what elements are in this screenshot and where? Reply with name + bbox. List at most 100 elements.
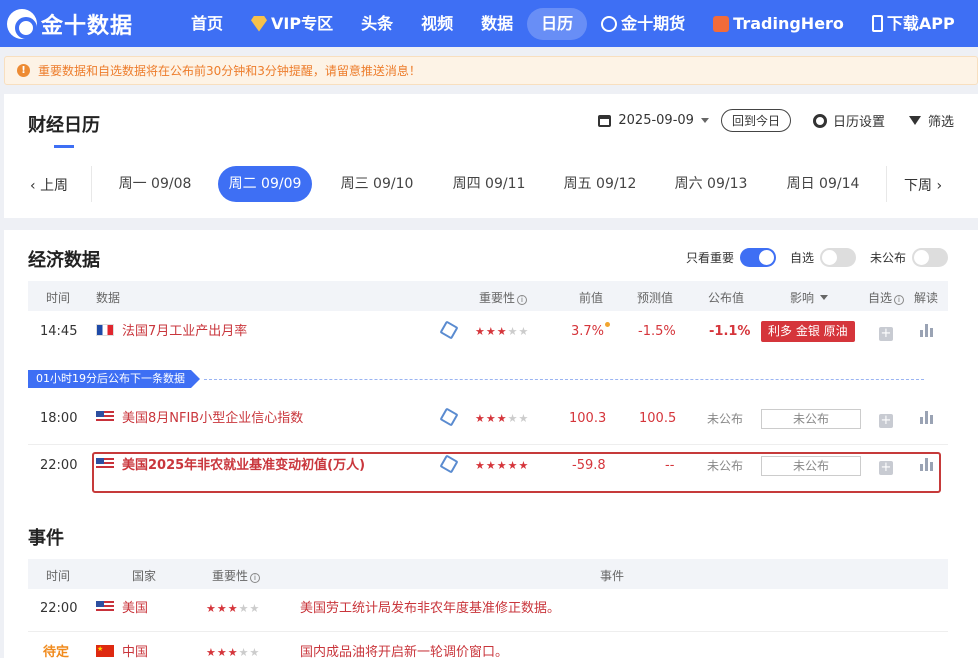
add-watchlist-button[interactable]: + xyxy=(879,308,893,356)
back-to-today-button[interactable]: 回到今日 xyxy=(720,109,791,132)
nav-item-label: VIP专区 xyxy=(271,13,334,33)
nav-item-headlines[interactable]: 头条 xyxy=(347,8,407,40)
week-selector: ‹ 上周 周一 09/08 周二 09/09 周三 09/10 周四 09/11… xyxy=(4,166,978,202)
diamond-icon xyxy=(251,15,268,32)
logo-icon xyxy=(7,8,37,39)
important-only-switch[interactable] xyxy=(739,248,776,267)
nav-item-calendar[interactable]: 日历 xyxy=(527,7,588,40)
alert-icon: ! xyxy=(17,64,30,77)
economic-data-title: 经济数据 xyxy=(28,250,100,271)
event-row: 22:00 美国 ★★★★★ 美国劳工统计局发布非农年度基准修正数据。 xyxy=(28,586,948,632)
day-tab-mon[interactable]: 周一 09/08 xyxy=(108,166,202,202)
column-header: 时间 xyxy=(46,569,71,583)
impact-tag: 利多 金银 原油 xyxy=(761,321,855,342)
column-header: 时间 xyxy=(46,291,71,305)
column-header: 数据 xyxy=(96,291,121,305)
date-value: 2025-09-09 xyxy=(618,113,694,128)
add-watchlist-button[interactable]: + xyxy=(879,395,893,443)
previous-value: 100.3 xyxy=(569,411,607,426)
row-time: 22:00 xyxy=(40,458,78,473)
column-header: 预测值 xyxy=(637,291,674,305)
unreleased-switch[interactable] xyxy=(912,248,948,267)
filter-icon xyxy=(908,116,921,125)
info-icon[interactable]: i xyxy=(894,295,905,305)
impact-box: 未公布 xyxy=(761,408,861,429)
dashed-divider xyxy=(204,379,924,380)
nav-items: 首页 VIP专区 头条 视频 数据 日历 金十期货 TradingHero 下载… xyxy=(177,7,969,40)
chevron-down-icon xyxy=(820,295,829,300)
day-tab-thu[interactable]: 周四 09/11 xyxy=(442,166,536,202)
column-header: 前值 xyxy=(579,291,604,305)
day-tab-sun[interactable]: 周日 09/14 xyxy=(776,166,870,202)
row-name-text: 美国8月NFIB小型企业信心指数 xyxy=(122,411,304,426)
divider xyxy=(886,166,887,202)
prev-week-button[interactable]: ‹ 上周 xyxy=(30,175,68,195)
watchlist-switch[interactable] xyxy=(819,248,856,267)
filter-button[interactable]: 筛选 xyxy=(908,111,954,130)
logo-text: 金十数据 xyxy=(41,13,134,39)
impact-sort-header[interactable]: 影响 xyxy=(790,289,829,306)
event-country-text: 中国 xyxy=(122,645,149,658)
us-flag-icon xyxy=(96,411,114,423)
nav-item-label: TradingHero xyxy=(733,13,844,33)
column-header: 重要性 i xyxy=(479,289,528,306)
nav-item-futures[interactable]: 金十期货 xyxy=(587,8,699,40)
row-cube[interactable] xyxy=(439,308,459,356)
date-picker[interactable]: 2025-09-09 xyxy=(598,113,709,128)
settings-label: 日历设置 xyxy=(832,115,885,130)
nav-item-tradinghero[interactable]: TradingHero xyxy=(699,8,858,40)
logo[interactable]: 金十数据 xyxy=(7,8,177,40)
china-flag-icon xyxy=(96,629,114,658)
column-header: 事件 xyxy=(600,569,625,583)
events-table-header: 时间 国家 重要性 i 事件 xyxy=(28,559,948,589)
highlight-outline xyxy=(92,452,941,493)
table-row: 18:00 美国8月NFIB小型企业信心指数 ★★★★★ 100.3 100.5… xyxy=(28,395,948,443)
column-header-label: 影响 xyxy=(790,291,815,305)
day-tab-sat[interactable]: 周六 09/13 xyxy=(664,166,758,202)
toggle-label: 自选 xyxy=(789,251,814,265)
actual-value: 未公布 xyxy=(707,412,744,426)
day-tab-wed[interactable]: 周三 09/10 xyxy=(330,166,424,202)
day-tab-fri[interactable]: 周五 09/12 xyxy=(553,166,647,202)
nav-item-download-app[interactable]: 下载APP xyxy=(858,8,969,40)
event-country: 美国 xyxy=(96,586,148,632)
nav-item-video[interactable]: 视频 xyxy=(407,8,467,40)
bar-chart-icon xyxy=(920,411,933,424)
title-underline xyxy=(54,145,74,148)
impact-cell: 未公布 xyxy=(761,395,861,443)
day-tab-tue[interactable]: 周二 09/09 xyxy=(218,166,312,202)
filter-label: 筛选 xyxy=(927,115,954,130)
event-text[interactable]: 美国劳工统计局发布非农年度基准修正数据。 xyxy=(300,586,560,632)
info-icon[interactable]: i xyxy=(250,573,261,583)
row-name[interactable]: 法国7月工业产出月率 xyxy=(96,308,247,356)
row-time: 14:45 xyxy=(40,324,78,339)
nav-item-label: 头条 xyxy=(361,13,394,33)
nav-item-home[interactable]: 首页 xyxy=(177,8,237,40)
next-release-banner: 01小时19分后公布下一条数据 xyxy=(28,369,200,389)
star-rating: ★★★★★ xyxy=(475,325,530,338)
next-release-tag: 01小时19分后公布下一条数据 xyxy=(28,370,200,388)
event-text[interactable]: 国内成品油将开启新一轮调价窗口。 xyxy=(300,633,508,658)
previous-value-text: 3.7% xyxy=(571,324,605,339)
toggle-label: 未公布 xyxy=(869,251,906,265)
impact-cell: 利多 金银 原油 xyxy=(761,308,855,356)
event-time: 22:00 xyxy=(40,601,78,616)
event-country: 中国 xyxy=(96,629,149,658)
info-icon[interactable]: i xyxy=(517,295,528,305)
nav-item-label: 下载APP xyxy=(886,13,955,33)
events-title: 事件 xyxy=(28,528,64,549)
nav-item-data[interactable]: 数据 xyxy=(467,8,527,40)
analysis-button[interactable] xyxy=(920,308,933,356)
row-name[interactable]: 美国8月NFIB小型企业信心指数 xyxy=(96,395,303,443)
column-header: 公布值 xyxy=(708,291,745,305)
event-country-text: 美国 xyxy=(122,601,149,616)
plus-icon: + xyxy=(879,326,893,341)
chevron-down-icon xyxy=(700,118,709,123)
analysis-button[interactable] xyxy=(920,395,933,443)
calendar-settings-button[interactable]: 日历设置 xyxy=(812,111,885,130)
row-cube[interactable] xyxy=(439,395,459,443)
nav-item-vip[interactable]: VIP专区 xyxy=(237,8,347,40)
reminder-notice: ! 重要数据和自选数据将在公布前30分钟和3分钟提醒，请留意推送消息！ xyxy=(4,56,978,85)
france-flag-icon xyxy=(96,324,114,336)
next-week-button[interactable]: 下周 › xyxy=(904,175,942,195)
